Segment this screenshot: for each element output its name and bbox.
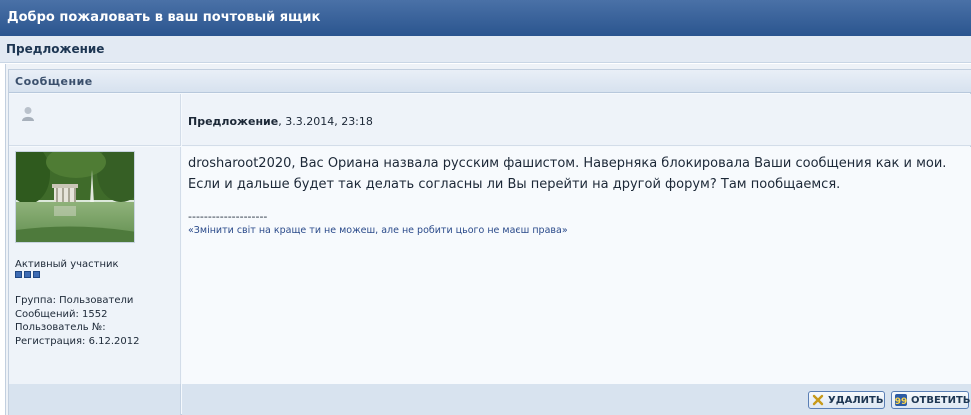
delete-icon (812, 394, 824, 406)
post-date: , 3.3.2014, 23:18 (278, 115, 373, 128)
user-icon (22, 107, 34, 121)
rank-pip (24, 271, 31, 278)
author-header-cell (9, 94, 181, 146)
window-title-text: Добро пожаловать в ваш почтовый ящик (7, 10, 321, 25)
panel-title: Сообщение (15, 75, 93, 88)
delete-button-label: УДАЛИТЬ (828, 394, 884, 406)
signature: «Змінити світ на краще ти не можеш, але … (188, 225, 568, 236)
rank-pip (33, 271, 40, 278)
avatar[interactable] (15, 151, 135, 243)
post-meta: Предложение, 3.3.2014, 23:18 (188, 115, 373, 128)
quote-icon: 99 (895, 394, 907, 406)
rank-pip (15, 271, 22, 278)
delete-button[interactable]: УДАЛИТЬ (808, 391, 885, 409)
panel-header: Сообщение (9, 70, 971, 93)
post-header-cell: Предложение, 3.3.2014, 23:18 (182, 94, 971, 146)
author-rank: Активный участник (15, 259, 119, 270)
post-body: drosharoot2020, Вас Ориана назвала русск… (188, 156, 947, 192)
author-posts: Сообщений: 1552 (15, 308, 108, 320)
page-title: Предложение (0, 36, 971, 63)
svg-text:99: 99 (895, 397, 907, 406)
post-actions: УДАЛИТЬ 99 ОТВЕТИТЬ (182, 384, 971, 415)
rank-pips (15, 271, 40, 278)
signature-separator: -------------------- (188, 210, 268, 223)
author-registered: Регистрация: 6.12.2012 (15, 335, 140, 347)
avatar-image (16, 152, 134, 242)
reply-button-label: ОТВЕТИТЬ (911, 394, 971, 406)
footer-left (9, 384, 181, 415)
window-title: Добро пожаловать в ваш почтовый ящик (0, 0, 971, 36)
page-title-text: Предложение (6, 42, 105, 56)
author-stats: Группа: Пользователи Сообщений: 1552 Пол… (15, 294, 140, 348)
author-user-no: Пользователь №: (15, 322, 106, 333)
post-content: drosharoot2020, Вас Ориана назвала русск… (182, 147, 971, 384)
post-subject: Предложение (188, 115, 279, 128)
author-group: Группа: Пользователи (15, 295, 134, 306)
author-info: Активный участник Группа: Пользователи С… (9, 147, 181, 384)
message-panel: Сообщение Предложение, 3.3.2014, 23:18 А… (8, 69, 971, 415)
reply-button[interactable]: 99 ОТВЕТИТЬ (891, 391, 971, 409)
